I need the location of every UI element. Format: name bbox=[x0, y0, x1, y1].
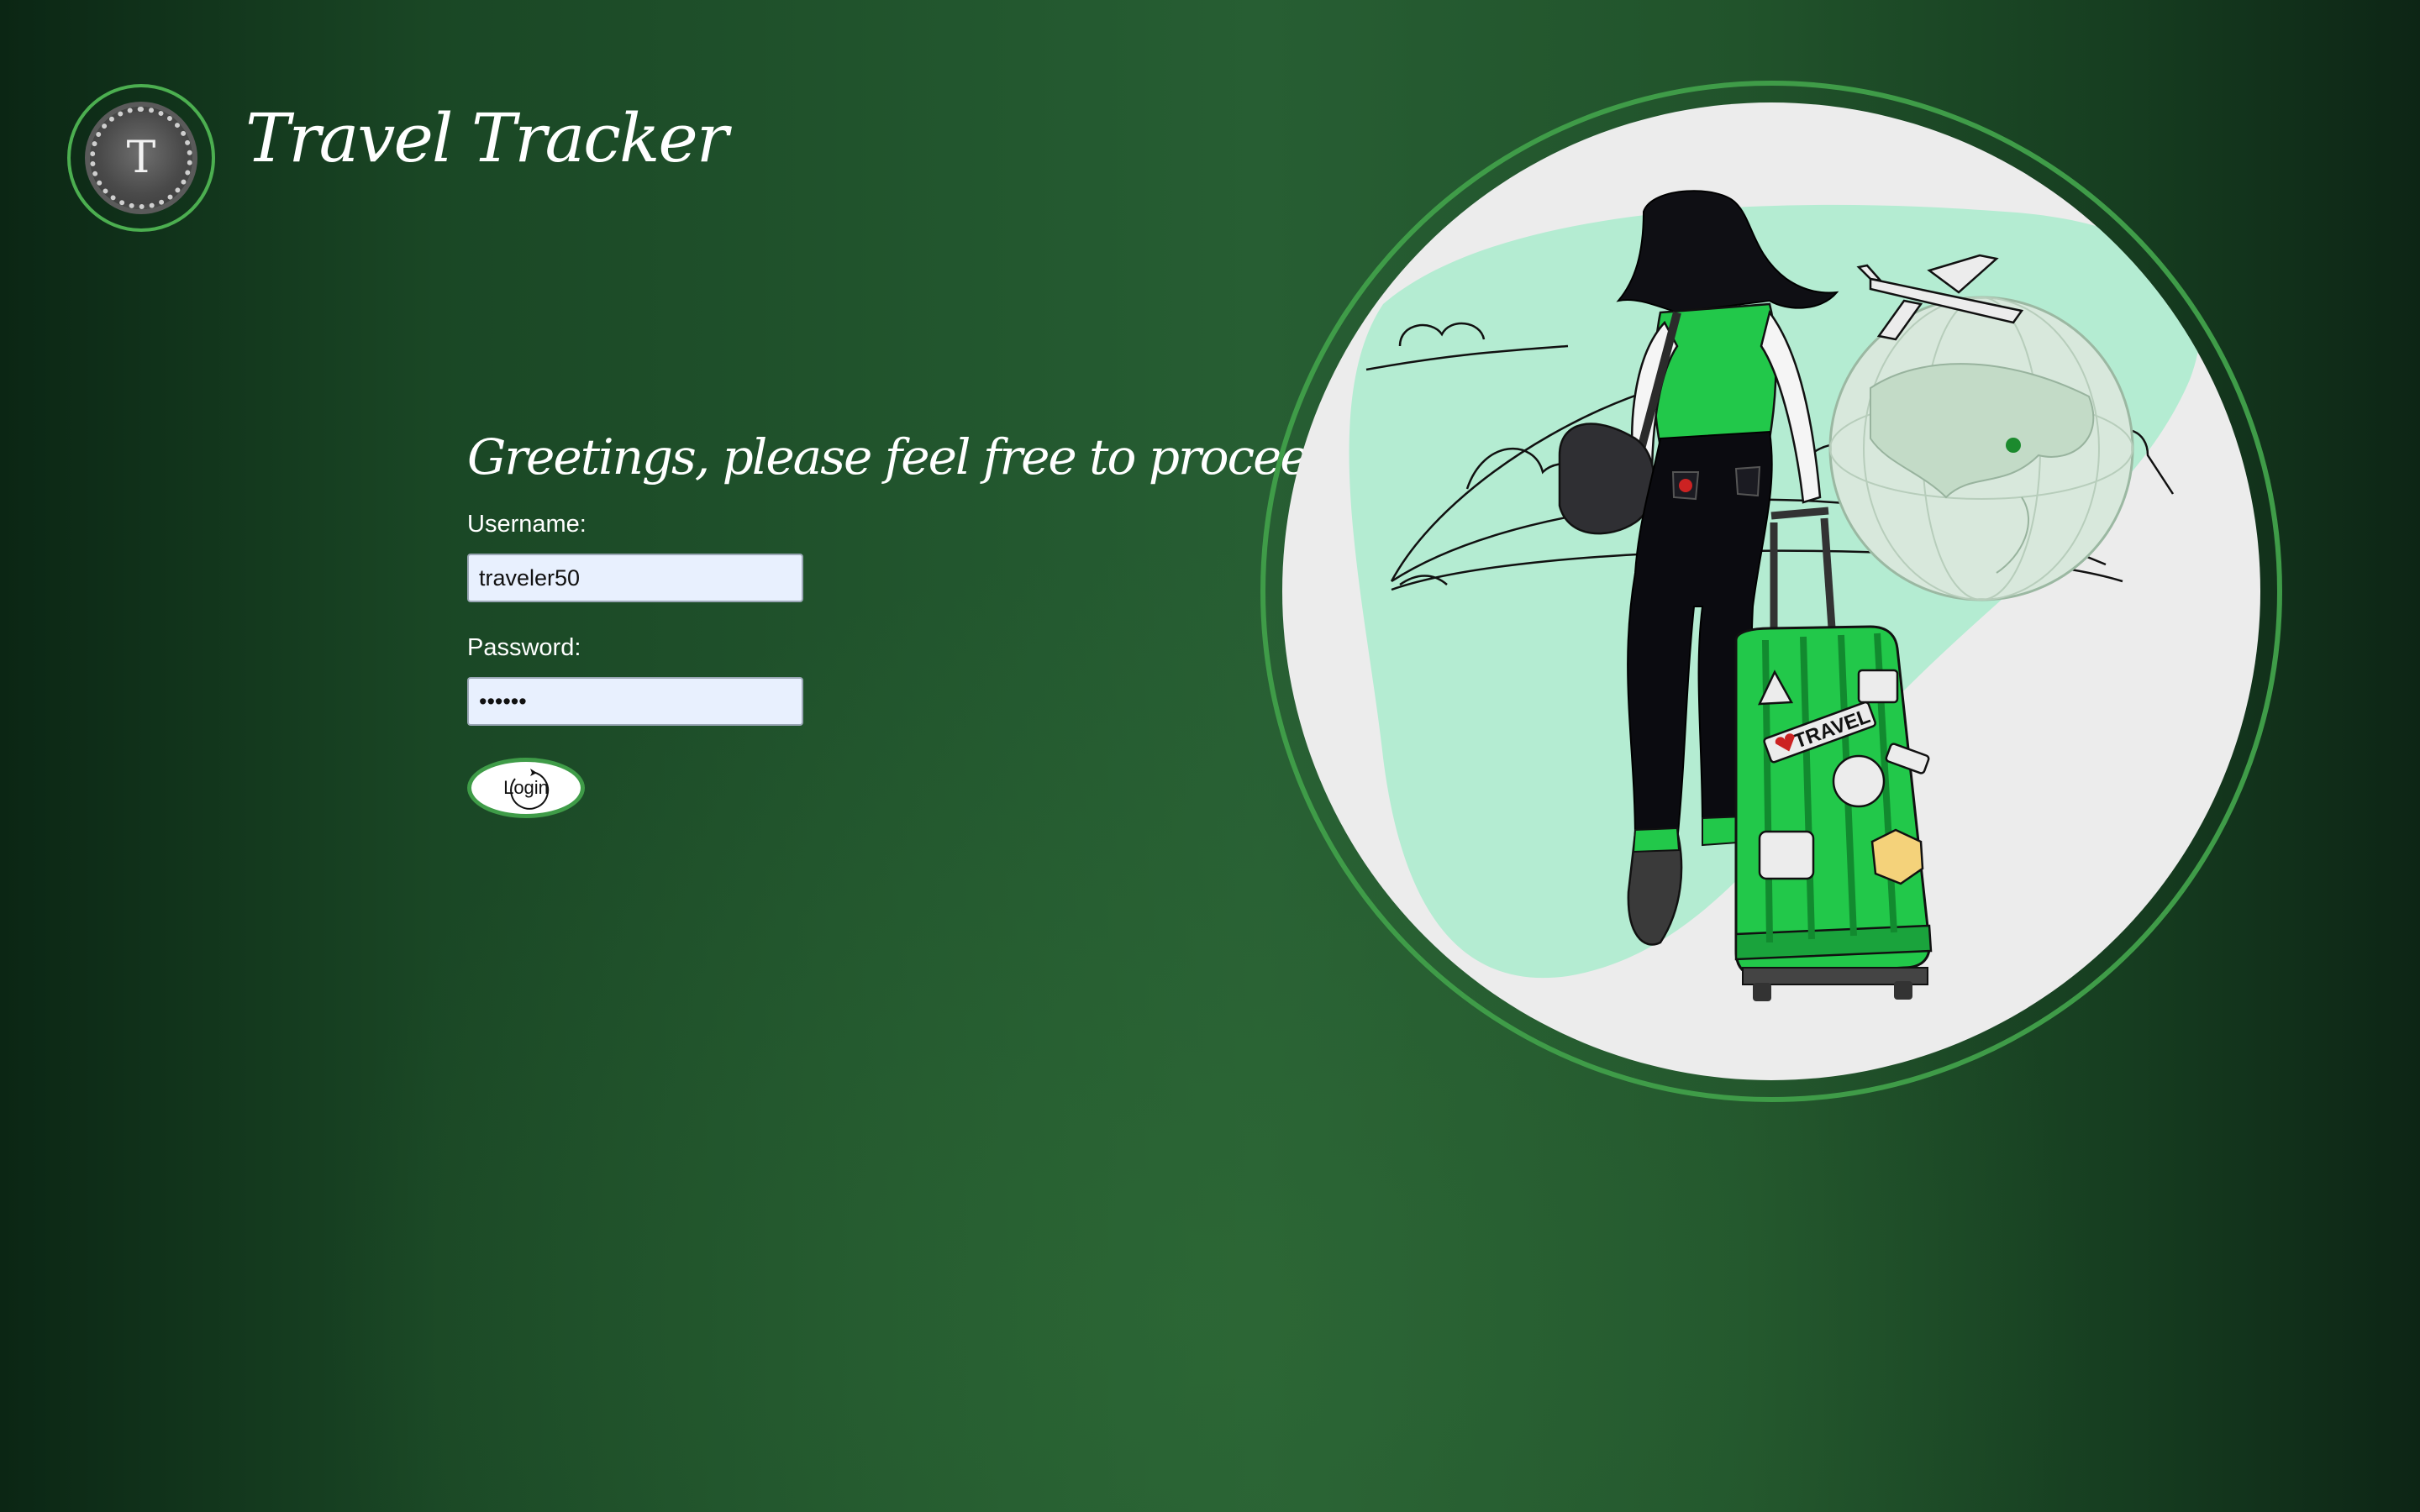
password-label: Password: bbox=[467, 634, 581, 661]
greeting-heading: Greetings, please feel free to proceed. bbox=[467, 428, 1352, 486]
app-title: Travel Tracker bbox=[245, 99, 729, 177]
login-button[interactable]: Login bbox=[467, 758, 585, 818]
username-label: Username: bbox=[467, 511, 587, 538]
password-input[interactable] bbox=[467, 677, 803, 726]
suitcase-icon: TRAVEL bbox=[1734, 625, 1933, 1001]
globe-icon bbox=[1828, 296, 2134, 601]
logo: T bbox=[67, 84, 215, 232]
login-form: Greetings, please feel free to proceed. … bbox=[467, 428, 1352, 818]
logo-letter: T bbox=[126, 133, 156, 183]
logo-coin-icon: T bbox=[90, 107, 192, 209]
orbit-plane-icon bbox=[510, 769, 550, 810]
traveler-illustration: TRAVEL bbox=[1282, 102, 2260, 1080]
username-input[interactable] bbox=[467, 554, 803, 602]
